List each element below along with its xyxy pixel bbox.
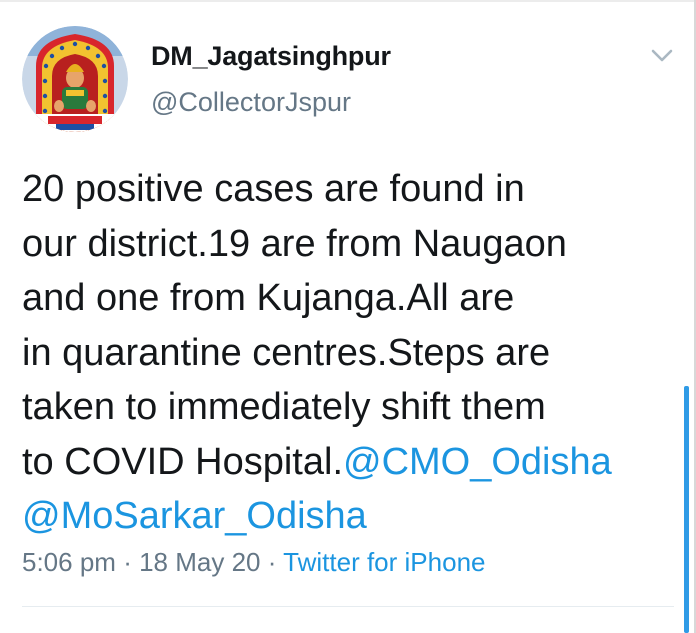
display-name[interactable]: DM_Jagatsinghpur [151,41,391,72]
chevron-down-icon[interactable] [648,42,676,70]
tweet-text-line: 20 positive cases are found in [22,168,525,210]
tweet-text-line: taken to immediately shift them [22,386,546,428]
mention-link-cmo-odisha[interactable]: @CMO_Odisha [343,441,612,483]
tweet-source-link[interactable]: Twitter for iPhone [283,547,485,577]
tweet-text-line: to COVID Hospital.@CMO_Odisha [22,440,612,483]
avatar[interactable] [22,26,128,132]
meta-separator: · [267,547,277,577]
tweet-text-line: and one from Kujanga.All are [22,277,515,319]
tweet-meta: 5:06 pm · 18 May 20 · Twitter for iPhone [22,547,485,578]
tweet-text: 20 positive cases are found in our distr… [22,162,672,544]
tweet-text-line: our district.19 are from Naugaon [22,222,567,265]
tweet-date[interactable]: 18 May 20 [139,547,260,577]
divider [22,606,674,607]
meta-separator: · [123,547,132,577]
temple-deity-avatar-icon [22,26,128,132]
user-handle[interactable]: @CollectorJspur [151,87,351,118]
mention-link-mosarkar-odisha[interactable]: @MoSarkar_Odisha [22,495,367,537]
tweet-card: DM_Jagatsinghpur @CollectorJspur 20 posi… [0,0,696,633]
tweet-text-line: in quarantine centres.Steps are [22,331,551,374]
scrollbar[interactable] [684,386,689,633]
tweet-text-line: @MoSarkar_Odisha [22,489,672,544]
tweet-time[interactable]: 5:06 pm [22,547,116,577]
